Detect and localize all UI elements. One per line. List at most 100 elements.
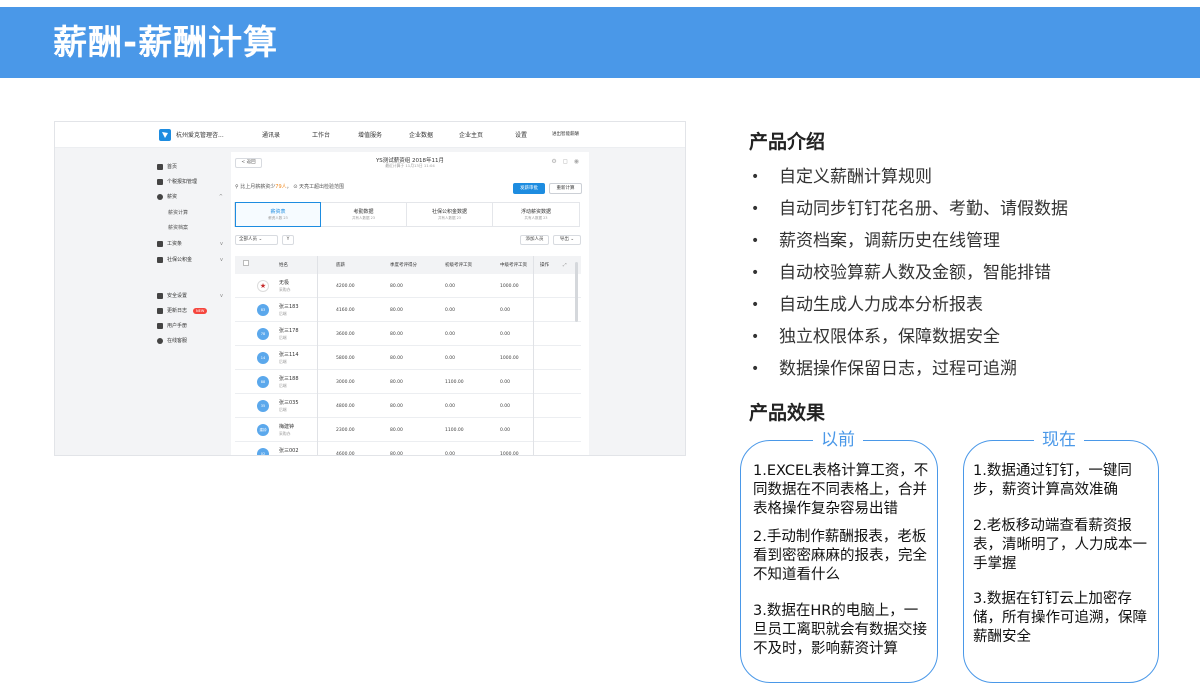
table-header: 姓名 底薪 季度考评得分 初级考评工资 中级考评工资 操作 ⤢	[235, 256, 581, 274]
notice-text: ⚲ 比上月薪薪资少79人， ⊙ 天亮工超出检验范围	[235, 184, 345, 190]
book-icon	[157, 323, 163, 329]
sidebar-item-salary[interactable]: 薪资 ^	[149, 191, 227, 203]
avatar: 建钟	[257, 424, 269, 436]
back-button[interactable]: < 返回	[235, 158, 262, 168]
table-row[interactable]: 88 张三188 后端 3000.00 80.00 1100.00 0.00	[235, 370, 581, 394]
filter-icon[interactable]: Y	[282, 235, 294, 245]
sidebar-item-changelog[interactable]: 更新日志 NEW	[149, 305, 227, 317]
intro-heading: 产品介绍	[749, 131, 826, 153]
table-cell: 5800.00	[336, 356, 355, 361]
table-cell: 1000.00	[500, 356, 519, 361]
employee-name[interactable]: 梅建钟	[279, 423, 294, 430]
employee-dept: 后端	[279, 383, 287, 388]
company-name[interactable]: 杭州爱克管理咨...	[176, 130, 224, 139]
after-point: 3.数据在钉钉云上加密存储，所有操作可追溯，保障薪酬安全	[973, 591, 1147, 645]
table-cell: 4160.00	[336, 308, 355, 313]
before-title: 以前	[813, 430, 863, 450]
table-row[interactable]: 83 张三183 后端 4160.00 80.00 0.00 0.00	[235, 298, 581, 322]
employee-dept: 后端	[279, 359, 287, 364]
table-cell: 80.00	[390, 380, 403, 385]
export-button[interactable]: 导出 ⌄	[553, 235, 581, 245]
table-row[interactable]: 35 张三035 后端 4800.00 80.00 0.00 0.00	[235, 394, 581, 418]
app-logo-icon	[159, 129, 171, 141]
nav-settings[interactable]: 设置	[515, 130, 527, 139]
page-title: 薪酬-薪酬计算	[53, 23, 279, 63]
sidebar-item-salary-calc[interactable]: 薪资计算	[149, 207, 227, 219]
sidebar-item-support[interactable]: 在线客服	[149, 335, 227, 347]
employee-name[interactable]: 张三002	[279, 447, 299, 454]
recalculate-button[interactable]: 重新计算	[549, 183, 582, 194]
column-divider	[317, 256, 318, 455]
employee-name[interactable]: 张三183	[279, 303, 299, 310]
tab-salary-table[interactable]: 薪资表 薪资人数 23	[235, 202, 321, 227]
panel-toolbar-icons[interactable]: ⚙◻◉	[551, 158, 585, 165]
employee-dept: 后端	[279, 455, 287, 456]
table-row[interactable]: 78 张三178 后端 3600.00 80.00 0.00 0.00	[235, 322, 581, 346]
nav-enterprise-home[interactable]: 企业主页	[459, 130, 483, 139]
avatar: 78	[257, 328, 269, 340]
nav-enterprise-data[interactable]: 企业数据	[409, 130, 433, 139]
main-panel: YS测试薪资组 2018年11月 最近计算于 11月13日 11:04 < 返回…	[231, 152, 589, 456]
home-icon	[157, 164, 163, 170]
table-cell: 0.00	[500, 332, 511, 337]
tab-floating-salary[interactable]: 浮动薪资数据 共有人数据 23	[493, 203, 579, 226]
sidebar-item-payslip[interactable]: 工资条 v	[149, 238, 227, 250]
top-navigation: 杭州爱克管理咨... 通讯录 工作台 增值服务 企业数据 企业主页 设置 进出智…	[55, 122, 685, 148]
sidebar-item-social-security[interactable]: 社保公积金 v	[149, 254, 227, 266]
list-item: • 自动生成人力成本分析报表	[751, 295, 983, 315]
employee-name[interactable]: 张三188	[279, 375, 299, 382]
employee-dept: 采购办	[279, 287, 291, 292]
employee-name[interactable]: 无极	[279, 279, 289, 286]
table-row[interactable]: 14 张三114 后端 5800.00 80.00 0.00 1000.00	[235, 346, 581, 370]
nav-contacts[interactable]: 通讯录	[262, 130, 280, 139]
sidebar-item-manual[interactable]: 用户手册	[149, 320, 227, 332]
data-tabs: 薪资表 薪资人数 23 考勤数据 共有人数据 23 社保公积金数据 共有人数据 23 …	[234, 202, 580, 227]
chevron-down-icon: ⌄	[258, 237, 263, 242]
sidebar-item-security[interactable]: 安全设置 v	[149, 290, 227, 302]
scrollbar[interactable]	[575, 262, 578, 322]
table-cell: 3600.00	[336, 332, 355, 337]
table-row[interactable]: ★ 无极 采购办 4200.00 80.00 0.00 1000.00	[235, 274, 581, 298]
sidebar: 首页 个税报扣管理 薪资 ^ 薪资计算 薪资档案 工资条 v 社保公积金 v 安全设置…	[149, 154, 227, 454]
before-point: 3.数据在HR的电脑上，一旦员工离职就会有数据交接不及时，影响薪资计算	[753, 603, 927, 657]
before-point: 1.EXCEL表格计算工资，不同数据在不同表格上，合并表格操作复杂容易出错	[753, 463, 929, 517]
sidebar-item-salary-archive[interactable]: 薪资档案	[149, 222, 227, 234]
avatar: 14	[257, 352, 269, 364]
doc-icon	[157, 241, 163, 247]
table-row[interactable]: 02 张三002后端 4600.00 80.00 0.00 1000.00	[235, 442, 581, 456]
select-all-checkbox[interactable]	[243, 260, 249, 266]
table-row[interactable]: 建钟 梅建钟 采购办 2300.00 80.00 1100.00 0.00	[235, 418, 581, 442]
nav-services[interactable]: 增值服务	[358, 130, 382, 139]
list-item: • 自动同步钉钉花名册、考勤、请假数据	[751, 199, 1068, 219]
approve-payroll-button[interactable]: 发薪审批	[513, 183, 545, 194]
after-title: 现在	[1034, 430, 1084, 450]
table-cell: 80.00	[390, 284, 403, 289]
table-cell: 0.00	[445, 452, 456, 456]
table-cell: 0.00	[445, 332, 456, 337]
employee-dept: 后端	[279, 335, 287, 340]
employee-name[interactable]: 张三178	[279, 327, 299, 334]
table-cell: 0.00	[500, 428, 511, 433]
table-cell: 80.00	[390, 308, 403, 313]
employee-dept: 采购办	[279, 431, 291, 436]
staff-filter-select[interactable]: 全部人员 ⌄	[235, 235, 278, 245]
card-icon	[157, 179, 163, 185]
sidebar-item-home[interactable]: 首页	[149, 161, 227, 173]
expand-icon[interactable]: ⤢	[563, 262, 567, 268]
sidebar-item-tax[interactable]: 个税报扣管理	[149, 176, 227, 188]
nav-smart-payroll-link[interactable]: 进出智能薪酬	[552, 131, 579, 137]
employee-name[interactable]: 张三114	[279, 351, 299, 358]
table-cell: 0.00	[445, 308, 456, 313]
table-cell: 2300.00	[336, 428, 355, 433]
add-staff-button[interactable]: 添加人员	[520, 235, 549, 245]
avatar: 02	[257, 448, 269, 455]
tab-social-security[interactable]: 社保公积金数据 共有人数据 23	[407, 203, 493, 226]
table-cell: 4200.00	[336, 284, 355, 289]
table-cell: 0.00	[445, 356, 456, 361]
tab-attendance[interactable]: 考勤数据 共有人数据 23	[321, 203, 407, 226]
list-item: • 自定义薪酬计算规则	[751, 167, 932, 187]
table-cell: 80.00	[390, 356, 403, 361]
table-cell: 1000.00	[500, 284, 519, 289]
employee-name[interactable]: 张三035	[279, 399, 299, 406]
nav-workbench[interactable]: 工作台	[312, 130, 330, 139]
